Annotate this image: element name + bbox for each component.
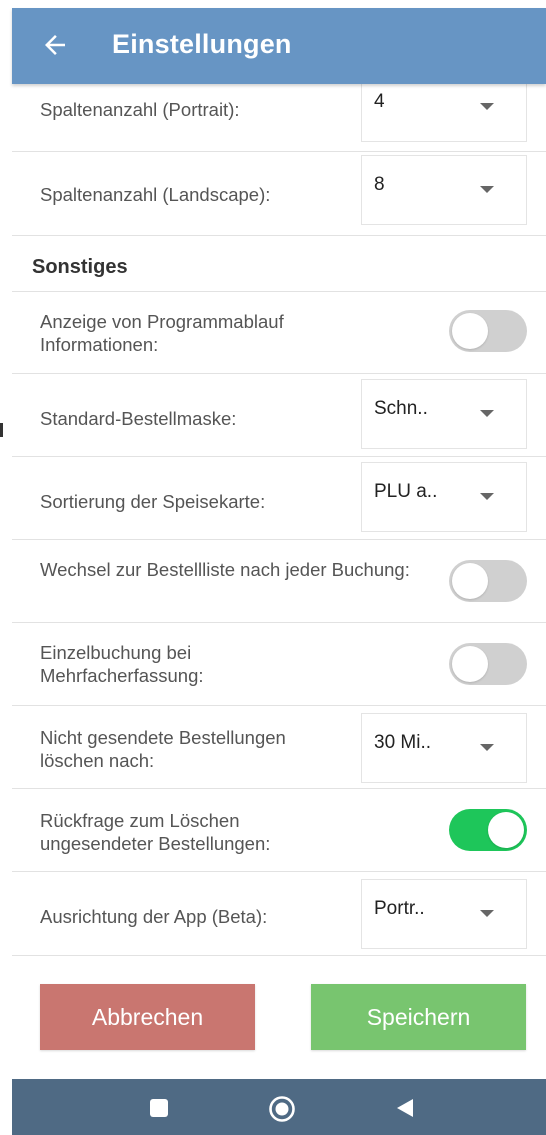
setting-row-confirm-delete: Rückfrage zum Löschen ungesendeter Beste… xyxy=(12,789,546,872)
setting-row-delete-unsent: Nicht gesendete Bestellungen löschen nac… xyxy=(12,706,546,789)
setting-label: Spaltenanzahl (Portrait): xyxy=(40,99,240,120)
setting-row-menu-sort: Sortierung der Speisekarte: PLU a.. xyxy=(12,457,546,540)
setting-row-switch-orderlist: Wechsel zur Bestellliste nach jeder Buch… xyxy=(12,540,546,623)
delete-unsent-dropdown[interactable]: 30 Mi.. xyxy=(361,713,527,783)
order-mask-dropdown[interactable]: Schn.. xyxy=(361,379,527,449)
setting-row-order-mask: Standard-Bestellmaske: Schn.. xyxy=(12,374,546,457)
caret-down-icon xyxy=(480,186,494,193)
setting-label: Nicht gesendete Bestellungen löschen nac… xyxy=(40,727,286,771)
setting-label: Anzeige von Programmablauf Informationen… xyxy=(40,311,284,355)
section-header: Sonstiges xyxy=(12,236,546,292)
page-title: Einstellungen xyxy=(112,29,292,59)
caret-down-icon xyxy=(480,410,494,417)
system-nav-bar xyxy=(12,1079,546,1135)
columns-landscape-dropdown[interactable]: 8 xyxy=(361,155,527,225)
menu-sort-dropdown[interactable]: PLU a.. xyxy=(361,462,527,532)
toggle-knob xyxy=(488,812,524,848)
setting-label: Einzelbuchung bei Mehrfacherfassung: xyxy=(40,642,204,686)
dropdown-value: 4 xyxy=(374,91,385,112)
confirm-delete-toggle[interactable] xyxy=(449,809,527,851)
setting-label: Spaltenanzahl (Landscape): xyxy=(40,184,271,205)
caret-down-icon xyxy=(480,744,494,751)
dropdown-value: PLU a.. xyxy=(374,481,438,502)
edge-artifact xyxy=(0,423,3,437)
toggle-knob xyxy=(452,313,488,349)
toggle-knob xyxy=(452,563,488,599)
program-info-toggle[interactable] xyxy=(449,310,527,352)
setting-row-program-info: Anzeige von Programmablauf Informationen… xyxy=(12,292,546,374)
setting-label: Sortierung der Speisekarte: xyxy=(40,491,266,512)
app-bar: Einstellungen xyxy=(12,8,546,84)
dropdown-value: 8 xyxy=(374,174,385,195)
dropdown-value: Portr.. xyxy=(374,898,425,919)
caret-down-icon xyxy=(480,103,494,110)
setting-row-orientation: Ausrichtung der App (Beta): Portr.. xyxy=(12,872,546,956)
arrow-left-icon[interactable] xyxy=(40,30,70,60)
save-button[interactable]: Speichern xyxy=(311,984,526,1050)
section-title: Sonstiges xyxy=(32,256,128,278)
setting-row-single-booking: Einzelbuchung bei Mehrfacherfassung: xyxy=(12,623,546,706)
caret-down-icon xyxy=(480,910,494,917)
setting-label: Rückfrage zum Löschen ungesendeter Beste… xyxy=(40,810,271,854)
switch-orderlist-toggle[interactable] xyxy=(449,560,527,602)
back-triangle-icon[interactable] xyxy=(394,1097,416,1119)
home-circle-icon[interactable] xyxy=(268,1095,296,1123)
setting-label: Standard-Bestellmaske: xyxy=(40,408,237,429)
dropdown-value: Schn.. xyxy=(374,398,428,419)
dropdown-value: 30 Mi.. xyxy=(374,732,432,753)
caret-down-icon xyxy=(480,493,494,500)
orientation-dropdown[interactable]: Portr.. xyxy=(361,879,527,949)
cancel-button[interactable]: Abbrechen xyxy=(40,984,255,1050)
single-booking-toggle[interactable] xyxy=(449,643,527,685)
setting-row-columns-landscape: Spaltenanzahl (Landscape): 8 xyxy=(12,152,546,236)
setting-label: Ausrichtung der App (Beta): xyxy=(40,906,268,927)
setting-row-columns-portrait: Spaltenanzahl (Portrait): 4 xyxy=(12,72,546,152)
setting-label: Wechsel zur Bestellliste nach jeder Buch… xyxy=(40,559,410,580)
settings-list: Spaltenanzahl (Portrait): 4 Spaltenanzah… xyxy=(12,72,546,956)
toggle-knob xyxy=(452,646,488,682)
recents-square-icon[interactable] xyxy=(148,1097,170,1119)
